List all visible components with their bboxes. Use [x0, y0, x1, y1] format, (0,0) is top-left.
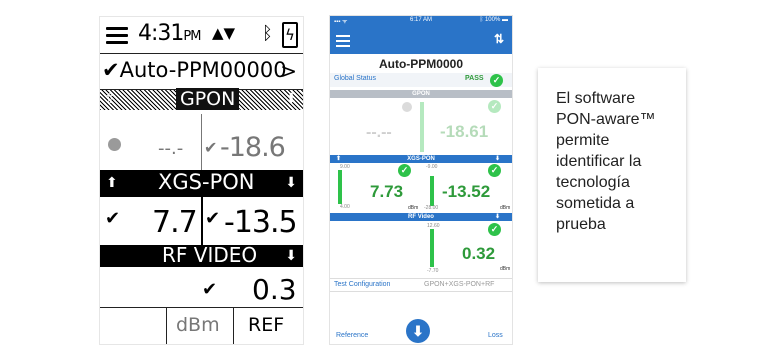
- gpon-band[interactable]: GPON: [330, 90, 512, 98]
- gpon-level-bar: [420, 102, 424, 152]
- gpon-right-value: -18.6: [220, 132, 286, 163]
- arrow-up-icon: ⬆: [336, 156, 342, 162]
- xgs-band[interactable]: ⬆ XGS-PON ⬇: [330, 155, 512, 163]
- divider: [201, 114, 202, 170]
- status-dot-icon: [402, 102, 412, 112]
- global-status-value: PASS: [465, 75, 484, 82]
- gpon-readings: --.- ✔ -18.6: [100, 110, 303, 170]
- check-circle-icon: ✔: [105, 208, 121, 229]
- arrow-up-icon: ⬆: [106, 174, 118, 190]
- hamburger-menu-icon[interactable]: [106, 27, 128, 44]
- tick-label: -9.00: [426, 164, 438, 170]
- gpon-band-label: GPON: [412, 91, 430, 97]
- reference-button[interactable]: Reference: [336, 332, 368, 339]
- download-icon[interactable]: ⬇: [406, 319, 430, 343]
- app-title: Auto-PPM0000: [378, 57, 464, 71]
- hamburger-menu-icon[interactable]: [336, 35, 350, 50]
- battery-charging-icon: ϟ: [282, 22, 298, 48]
- tick-label: -7.70: [427, 268, 439, 274]
- battery-percent: 100%: [484, 17, 501, 23]
- check-circle-icon: ✔: [102, 58, 120, 82]
- phone-clock: 6:17 AM: [410, 17, 433, 23]
- xgs-section-header: ⬆ XGS-PON ⬇: [100, 170, 303, 197]
- check-circle-icon: ✓: [488, 223, 501, 236]
- rf-value: 0.32: [462, 244, 496, 263]
- meter-status-bar: 4:31PM ▲▼ ᛒ ϟ: [100, 17, 303, 54]
- gpon-left-value: --.-: [158, 138, 184, 159]
- rf-section-header: RF VIDEO ⬇: [100, 243, 303, 267]
- test-config-value: GPON+XGS-PON+RF: [424, 281, 495, 288]
- tick-label: 4.00: [340, 204, 350, 210]
- check-circle-icon: ✓: [488, 164, 501, 177]
- gpon-label: GPON: [176, 88, 240, 110]
- arrow-down-icon: ⬇: [285, 247, 297, 263]
- ref-button[interactable]: REF: [248, 314, 284, 336]
- bluetooth-icon: ᛒ: [262, 23, 273, 44]
- divider: [201, 197, 203, 245]
- check-circle-icon: ✓: [490, 74, 503, 87]
- gpon-left-value: --.--: [366, 124, 392, 141]
- battery-icon: ▬: [500, 17, 508, 23]
- rf-value: 0.3: [252, 273, 297, 306]
- meter-display: 4:31PM ▲▼ ᛒ ϟ ✔Auto-PPM00000 > ⇧ GPON ⬇ …: [99, 16, 304, 345]
- xgs-band-label: XGS-PON: [407, 156, 435, 162]
- rf-readings: ✔ 0.3: [100, 267, 303, 308]
- test-configuration-row[interactable]: Test Configuration GPON+XGS-PON+RF: [330, 278, 512, 292]
- meter-device-row[interactable]: ✔Auto-PPM00000 >: [100, 54, 303, 90]
- rf-level-bar: [430, 229, 434, 267]
- arrow-up-icon: ⇧: [104, 90, 116, 106]
- check-circle-icon: ✔: [204, 138, 218, 157]
- phone-app: ▪▪▪ ᯤ 6:17 AM ᛒ 100% ▬ ⇅ Auto-PPM0000 Gl…: [330, 16, 512, 344]
- gpon-section-header: ⇧ GPON ⬇: [100, 88, 303, 110]
- check-circle-icon: ✔: [202, 279, 218, 300]
- meter-softkeys: dBm REF: [100, 308, 303, 344]
- rf-band-label: RF Video: [408, 214, 434, 220]
- app-header: ▪▪▪ ᯤ 6:17 AM ᛒ 100% ▬ ⇅: [330, 16, 512, 54]
- xgs-right-value: -13.52: [442, 182, 491, 201]
- arrow-down-icon: ⬇: [494, 156, 500, 162]
- unit-label: dBm: [176, 314, 220, 336]
- xgs-left-value: 7.7: [152, 205, 198, 240]
- arrow-down-icon: ⬇: [285, 90, 297, 106]
- xgs-right-value: -13.5: [224, 205, 298, 240]
- xgs-left-value: 7.73: [370, 182, 404, 201]
- status-dot-icon: [108, 138, 121, 151]
- description-card: El software PON-aware™ permite identific…: [538, 68, 686, 282]
- check-circle-icon: ✓: [398, 164, 411, 177]
- signal-icon: ▪▪▪ ᯤ: [334, 19, 348, 25]
- global-status-row: Global Status PASS ✓: [330, 73, 512, 87]
- arrow-down-icon: ⬇: [285, 174, 297, 190]
- rf-label: RF VIDEO: [162, 243, 258, 267]
- tick-label: -28.00: [424, 205, 439, 211]
- unit-label: dBm: [500, 205, 511, 211]
- global-status-label: Global Status: [334, 75, 377, 82]
- arrow-down-icon: ⬇: [494, 214, 500, 220]
- meter-clock: 4:31PM: [138, 21, 201, 46]
- chevron-right-icon[interactable]: >: [280, 59, 297, 83]
- up-down-arrows-icon: ▲▼: [212, 24, 236, 42]
- softkey-blank[interactable]: [100, 308, 167, 344]
- xgs-left-level-bar: [338, 170, 342, 204]
- unit-label: dBm: [408, 205, 419, 211]
- check-circle-icon: ✓: [488, 100, 501, 113]
- check-circle-icon: ✔: [205, 208, 221, 229]
- test-config-label: Test Configuration: [334, 281, 391, 288]
- gpon-right-value: -18.61: [440, 122, 489, 141]
- meter-device-name: Auto-PPM00000: [119, 58, 287, 82]
- xgs-readings: ✔ 7.7 ✔ -13.5: [100, 197, 303, 245]
- gpon-readings: --.-- ✓ -18.61: [330, 98, 512, 153]
- rf-band[interactable]: RF Video ⬇: [330, 213, 512, 221]
- xgs-right-level-bar: [430, 176, 434, 206]
- xgs-label: XGS-PON: [158, 170, 255, 194]
- unit-label: dBm: [500, 266, 511, 272]
- up-down-arrows-icon[interactable]: ⇅: [494, 32, 504, 46]
- loss-button[interactable]: Loss: [488, 332, 503, 339]
- description-text: El software PON-aware™ permite identific…: [556, 90, 656, 233]
